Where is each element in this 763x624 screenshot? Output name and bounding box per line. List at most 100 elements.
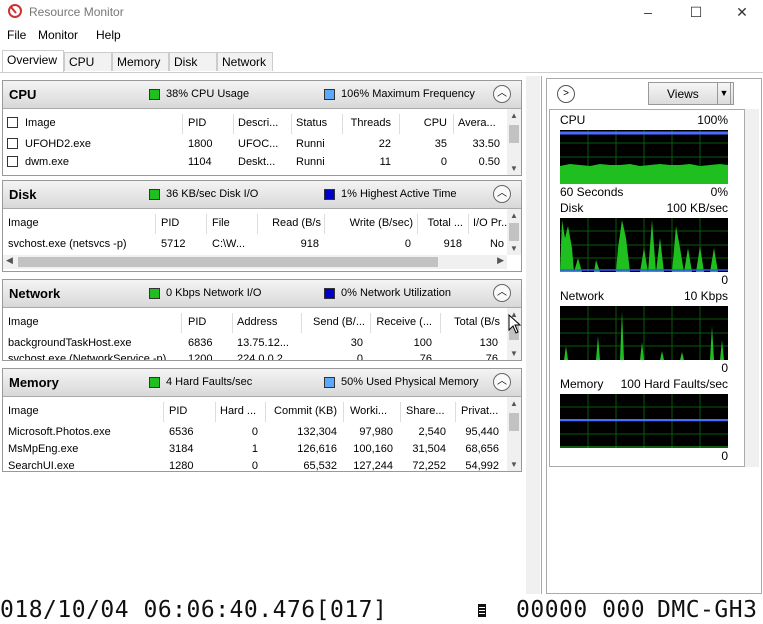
- col-pid[interactable]: PID: [161, 214, 206, 232]
- col-shareable[interactable]: Share...: [406, 402, 451, 420]
- col-image[interactable]: Image: [8, 402, 158, 420]
- cell-commit: 65,532: [303, 460, 337, 472]
- col-read[interactable]: Read (B/s: [259, 214, 321, 232]
- tab-network[interactable]: Network: [217, 52, 273, 71]
- memory-section-header[interactable]: Memory 4 Hard Faults/sec 50% Used Physic…: [3, 369, 521, 397]
- col-io-priority[interactable]: I/O Pr...: [473, 214, 507, 232]
- col-cpu[interactable]: CPU: [399, 114, 447, 132]
- table-row[interactable]: svchost.exe (NetworkService -p) 1200 224…: [3, 350, 507, 360]
- col-description[interactable]: Descri...: [238, 114, 288, 132]
- cell-private: 54,992: [465, 460, 499, 472]
- cell-threads: 11: [379, 156, 391, 168]
- table-row[interactable]: Microsoft.Photos.exe 6536 0 132,304 97,9…: [3, 423, 507, 441]
- cell-description: Deskt...: [238, 156, 276, 168]
- cpu-graph-title: CPU: [560, 113, 586, 127]
- table-row[interactable]: SearchUI.exe 1280 0 65,532 127,244 72,25…: [3, 457, 507, 475]
- tab-cpu[interactable]: CPU: [64, 52, 112, 71]
- col-address[interactable]: Address: [237, 313, 299, 331]
- network-section-title: Network: [9, 286, 61, 301]
- network-graph: [560, 306, 728, 360]
- memory-collapse-icon[interactable]: ︿: [493, 373, 511, 391]
- menu-monitor[interactable]: Monitor: [38, 28, 78, 42]
- disk-graph-min: 0: [721, 273, 728, 287]
- col-pid[interactable]: PID: [169, 402, 214, 420]
- cpu-select-all-checkbox[interactable]: [7, 117, 18, 128]
- row-checkbox[interactable]: [7, 156, 18, 167]
- col-pid[interactable]: PID: [188, 313, 233, 331]
- table-row[interactable]: MsMpEng.exe 3184 1 126,616 100,160 31,50…: [3, 440, 507, 458]
- cell-description: UFOC...: [238, 138, 279, 150]
- col-image[interactable]: Image: [8, 313, 178, 331]
- col-commit[interactable]: Commit (KB): [267, 402, 337, 420]
- overview-panels: CPU 38% CPU Usage 106% Maximum Frequency…: [0, 76, 542, 594]
- cpu-frequency-swatch: [324, 89, 335, 100]
- memory-column-headers: Image PID Hard ... Commit (KB) Worki... …: [3, 402, 507, 422]
- physical-memory-swatch: [324, 377, 335, 388]
- table-row[interactable]: UFOHD2.exe 1800 UFOC... Runni 22 35 33.5…: [3, 135, 507, 153]
- minimize-button[interactable]: –: [625, 0, 671, 26]
- col-private[interactable]: Privat...: [461, 402, 503, 420]
- memory-graph: [560, 394, 728, 448]
- cell-average: 33.50: [472, 138, 500, 150]
- menu-file[interactable]: File: [7, 28, 26, 42]
- cell-file: C:\W...: [212, 238, 245, 250]
- menu-help[interactable]: Help: [96, 28, 121, 42]
- col-threads[interactable]: Threads: [342, 114, 391, 132]
- tab-memory[interactable]: Memory: [112, 52, 169, 71]
- cpu-collapse-icon[interactable]: ︿: [493, 85, 511, 103]
- col-total[interactable]: Total (B/s: [442, 313, 500, 331]
- close-button[interactable]: ✕: [719, 0, 763, 26]
- cell-commit: 132,304: [297, 426, 337, 438]
- col-image[interactable]: Image: [25, 114, 175, 132]
- views-dropdown-icon[interactable]: ▼: [717, 82, 731, 105]
- table-row[interactable]: svchost.exe (netsvcs -p) 5712 C:\W... 91…: [3, 235, 507, 253]
- cell-hard-faults: 1: [251, 443, 258, 455]
- network-collapse-icon[interactable]: ︿: [493, 284, 511, 302]
- resource-monitor-icon: [8, 4, 22, 18]
- graphs-scrollbar[interactable]: [745, 109, 759, 467]
- row-checkbox[interactable]: [7, 138, 18, 149]
- disk-horizontal-scrollbar[interactable]: ◀ ▶: [3, 255, 507, 269]
- cell-working-set: 100,160: [353, 443, 393, 455]
- tab-overview[interactable]: Overview: [2, 50, 64, 72]
- cell-hard-faults: 0: [251, 426, 258, 438]
- col-file[interactable]: File: [212, 214, 257, 232]
- table-row[interactable]: dwm.exe 1104 Deskt... Runni 11 0 0.50: [3, 153, 507, 171]
- disk-vertical-scrollbar[interactable]: ▲ ▼: [507, 209, 521, 255]
- cpu-section-header[interactable]: CPU 38% CPU Usage 106% Maximum Frequency…: [3, 81, 521, 109]
- col-status[interactable]: Status: [296, 114, 341, 132]
- col-pid[interactable]: PID: [188, 114, 233, 132]
- overview-scrollbar[interactable]: [526, 76, 540, 594]
- col-average-cpu[interactable]: Avera...: [458, 114, 506, 132]
- cell-private: 95,440: [465, 426, 499, 438]
- col-total[interactable]: Total ...: [419, 214, 463, 232]
- maximize-button[interactable]: ☐: [673, 0, 719, 26]
- col-write[interactable]: Write (B/sec): [326, 214, 413, 232]
- cell-pid: 1280: [169, 460, 194, 472]
- expand-graph-pane-icon[interactable]: >: [557, 85, 575, 103]
- cpu-vertical-scrollbar[interactable]: ▲ ▼: [507, 109, 521, 175]
- cell-status: Runni: [296, 156, 325, 168]
- col-send[interactable]: Send (B/...: [303, 313, 365, 331]
- disk-section-header[interactable]: Disk 36 KB/sec Disk I/O 1% Highest Activ…: [3, 181, 521, 209]
- network-section-header[interactable]: Network 0 Kbps Network I/O 0% Network Ut…: [3, 280, 521, 308]
- cpu-section: CPU 38% CPU Usage 106% Maximum Frequency…: [2, 80, 522, 176]
- cell-total: 918: [443, 238, 462, 250]
- cell-hard-faults: 0: [251, 460, 258, 472]
- tab-disk[interactable]: Disk: [169, 52, 217, 71]
- memory-section: Memory 4 Hard Faults/sec 50% Used Physic…: [2, 368, 522, 472]
- memory-vertical-scrollbar[interactable]: ▲ ▼: [507, 397, 521, 471]
- cell-image: MsMpEng.exe: [8, 443, 79, 455]
- col-hard-faults[interactable]: Hard ...: [220, 402, 262, 420]
- title-bar: Resource Monitor – ☐ ✕: [0, 0, 763, 26]
- disk-collapse-icon[interactable]: ︿: [493, 185, 511, 203]
- network-utilization-swatch: [324, 288, 335, 299]
- cell-average: 0.50: [478, 156, 500, 168]
- memory-graph-max: 100 Hard Faults/sec: [620, 377, 728, 391]
- col-working-set[interactable]: Worki...: [350, 402, 395, 420]
- col-image[interactable]: Image: [8, 214, 148, 232]
- disk-graph-title: Disk: [560, 201, 584, 215]
- col-receive[interactable]: Receive (...: [372, 313, 432, 331]
- cell-threads: 22: [378, 138, 391, 150]
- memory-graph-title: Memory: [560, 377, 604, 391]
